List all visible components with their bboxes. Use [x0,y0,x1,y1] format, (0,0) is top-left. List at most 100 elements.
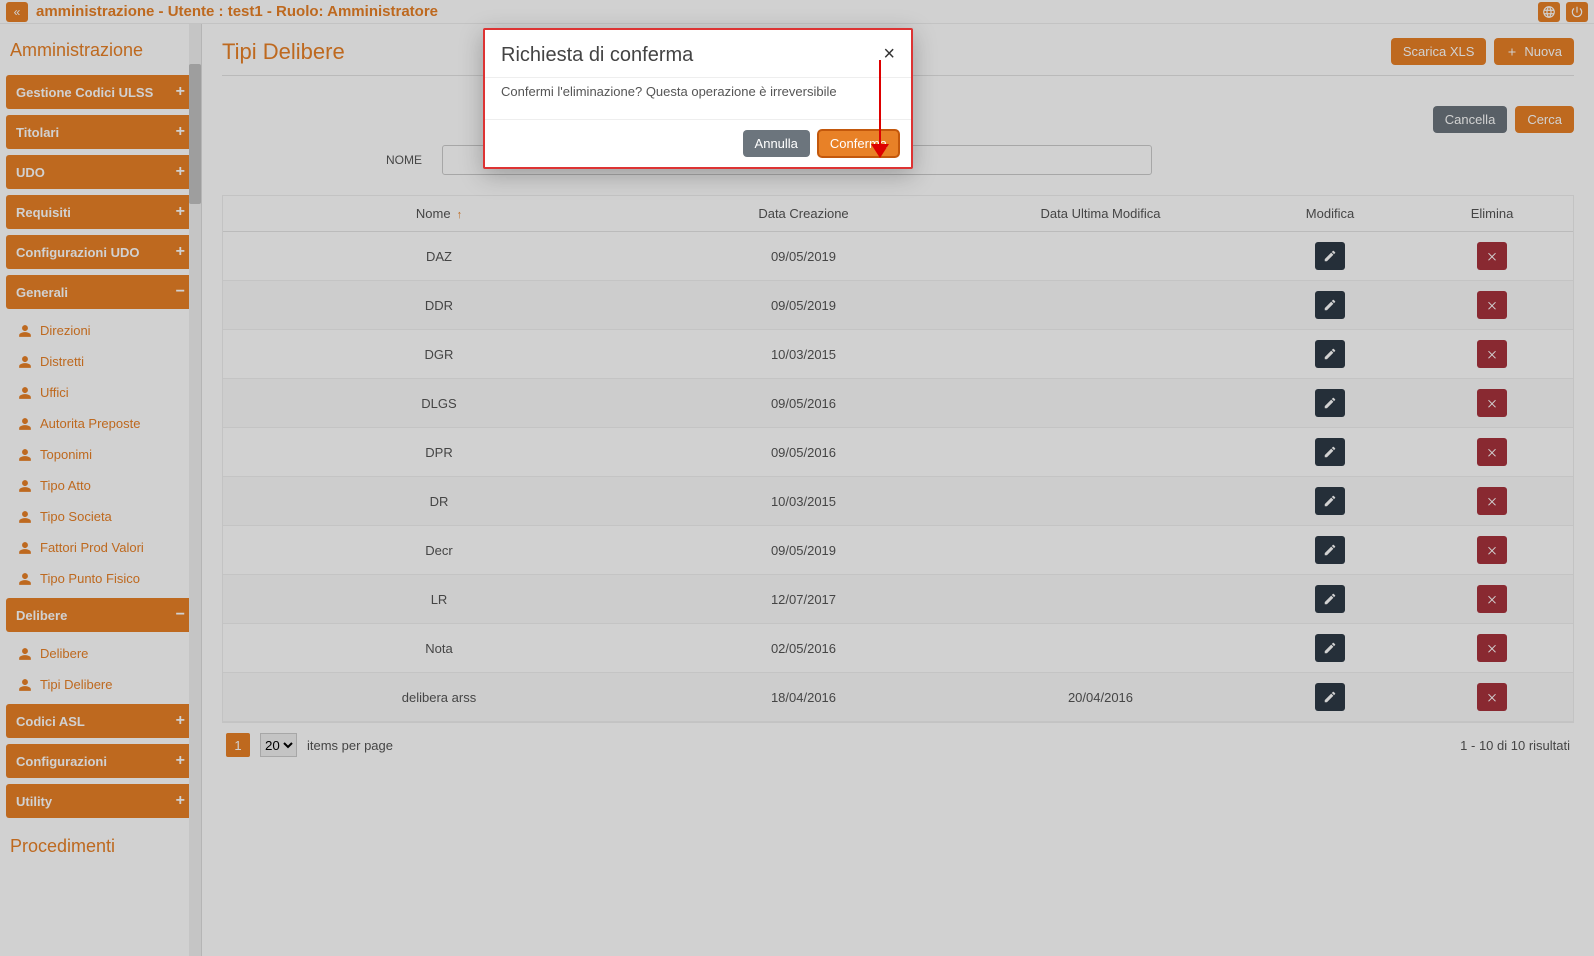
table-row: DPR09/05/2016 [223,428,1573,477]
nav-item-9[interactable]: Utility+ [6,784,195,818]
delete-button[interactable] [1477,242,1507,270]
nav-item-4[interactable]: Configurazioni UDO+ [6,235,195,269]
nav-item-5[interactable]: Generali− [6,275,195,309]
delete-button[interactable] [1477,438,1507,466]
table-row: Nota02/05/2016 [223,624,1573,673]
nav-item-7[interactable]: Codici ASL+ [6,704,195,738]
cell-created: 10/03/2015 [655,477,952,526]
cell-created: 12/07/2017 [655,575,952,624]
globe-icon[interactable] [1538,2,1560,22]
search-button[interactable]: Cerca [1515,106,1574,133]
edit-button[interactable] [1315,683,1345,711]
col-nome[interactable]: Nome↑ [223,196,655,232]
nav-sub-item[interactable]: Tipo Societa [8,501,195,532]
user-icon [18,386,32,400]
user-icon [18,647,32,661]
top-bar: « amministrazione - Utente : test1 - Ruo… [0,0,1594,24]
sidebar-heading: Amministrazione [6,30,195,75]
nav-sub-item[interactable]: Distretti [8,346,195,377]
page-number[interactable]: 1 [226,733,250,757]
cell-modified [952,624,1249,673]
edit-button[interactable] [1315,487,1345,515]
modal-title: Richiesta di conferma [501,44,693,67]
sidebar-scrollbar[interactable] [189,24,201,956]
nav-sub-item[interactable]: Tipo Atto [8,470,195,501]
edit-button[interactable] [1315,585,1345,613]
user-icon [18,572,32,586]
edit-button[interactable] [1315,389,1345,417]
nav-sub-item[interactable]: Tipo Punto Fisico [8,563,195,594]
nav-sub-item[interactable]: Toponimi [8,439,195,470]
nav-item-2[interactable]: UDO+ [6,155,195,189]
col-created[interactable]: Data Creazione [655,196,952,232]
cell-nome: Decr [223,526,655,575]
nav-item-6[interactable]: Delibere− [6,598,195,632]
cell-nome: DLGS [223,379,655,428]
cell-modified [952,477,1249,526]
user-icon [18,678,32,692]
collapse-sidebar-button[interactable]: « [6,2,28,22]
delete-button[interactable] [1477,585,1507,613]
delete-button[interactable] [1477,340,1507,368]
cell-modified [952,281,1249,330]
per-page-label: items per page [307,738,393,753]
delete-button[interactable] [1477,487,1507,515]
clear-search-button[interactable]: Cancella [1433,106,1508,133]
delete-button[interactable] [1477,683,1507,711]
edit-button[interactable] [1315,340,1345,368]
cell-modified [952,526,1249,575]
user-icon [18,355,32,369]
nav-item-1[interactable]: Titolari+ [6,115,195,149]
new-button[interactable]: Nuova [1494,38,1574,65]
cell-created: 09/05/2019 [655,526,952,575]
sort-asc-icon: ↑ [457,209,463,221]
user-icon [18,417,32,431]
modal-close-button[interactable]: × [883,44,895,64]
data-table: Nome↑ Data Creazione Data Ultima Modific… [223,196,1573,722]
delete-button[interactable] [1477,389,1507,417]
edit-button[interactable] [1315,634,1345,662]
download-xls-button[interactable]: Scarica XLS [1391,38,1487,65]
edit-button[interactable] [1315,242,1345,270]
per-page-select[interactable]: 20 [260,733,297,757]
power-icon[interactable] [1566,2,1588,22]
edit-button[interactable] [1315,438,1345,466]
user-icon [18,324,32,338]
cell-modified [952,379,1249,428]
nav-sub-item[interactable]: Uffici [8,377,195,408]
table-row: DAZ09/05/2019 [223,232,1573,281]
results-count: 1 - 10 di 10 risultati [1460,738,1570,753]
cell-nome: delibera arss [223,673,655,722]
nav-sub-item[interactable]: Direzioni [8,315,195,346]
col-edit: Modifica [1249,196,1411,232]
cell-created: 02/05/2016 [655,624,952,673]
cell-created: 10/03/2015 [655,330,952,379]
nav-sub-item[interactable]: Autorita Preposte [8,408,195,439]
table-row: DDR09/05/2019 [223,281,1573,330]
nav-sub-item[interactable]: Fattori Prod Valori [8,532,195,563]
cell-created: 09/05/2019 [655,281,952,330]
col-del: Elimina [1411,196,1573,232]
nav-item-3[interactable]: Requisiti+ [6,195,195,229]
user-icon [18,479,32,493]
cell-nome: DPR [223,428,655,477]
cell-nome: LR [223,575,655,624]
cell-modified [952,428,1249,477]
nav-sub-item[interactable]: Tipi Delibere [8,669,195,700]
nav-sub-item[interactable]: Delibere [8,638,195,669]
nav-item-8[interactable]: Configurazioni+ [6,744,195,778]
nav-item-0[interactable]: Gestione Codici ULSS+ [6,75,195,109]
table-row: Decr09/05/2019 [223,526,1573,575]
table-row: delibera arss18/04/201620/04/2016 [223,673,1573,722]
modal-confirm-button[interactable]: Conferma [818,130,899,157]
col-modified[interactable]: Data Ultima Modifica [952,196,1249,232]
pager: 1 20 items per page 1 - 10 di 10 risulta… [222,723,1574,767]
delete-button[interactable] [1477,291,1507,319]
user-icon [18,541,32,555]
modal-cancel-button[interactable]: Annulla [743,130,810,157]
delete-button[interactable] [1477,536,1507,564]
edit-button[interactable] [1315,536,1345,564]
delete-button[interactable] [1477,634,1507,662]
edit-button[interactable] [1315,291,1345,319]
cell-nome: DGR [223,330,655,379]
